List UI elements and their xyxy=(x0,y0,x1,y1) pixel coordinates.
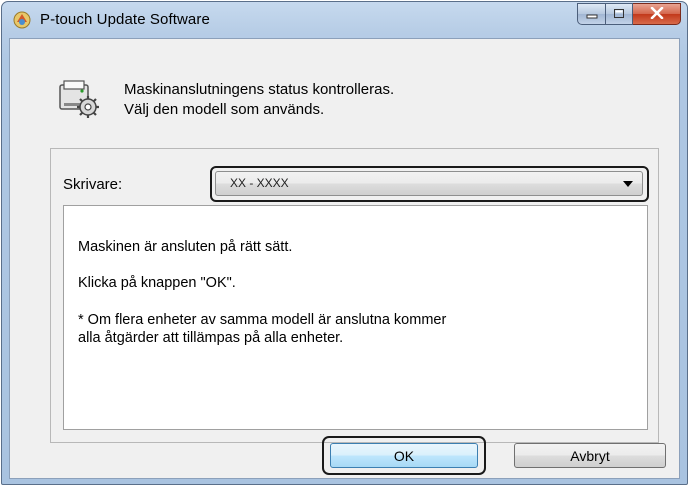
printer-select-value: XX - XXXX xyxy=(230,176,289,190)
ptouch-app-icon xyxy=(12,10,32,30)
chevron-down-icon xyxy=(623,181,633,187)
message-click-ok: Klicka på knappen "OK". xyxy=(78,275,236,291)
close-button[interactable] xyxy=(633,3,681,25)
close-icon xyxy=(650,6,664,22)
printer-group: Skrivare: XX - XXXX Maskinen är ansluten… xyxy=(50,148,659,443)
window-title: P-touch Update Software xyxy=(40,11,210,28)
caption-buttons xyxy=(577,3,681,25)
maximize-icon xyxy=(613,6,625,22)
printer-label: Skrivare: xyxy=(63,176,123,193)
message-note-line2: alla åtgärder att tillämpas på alla enhe… xyxy=(78,330,344,346)
printer-settings-icon xyxy=(56,75,106,125)
cancel-button[interactable]: Avbryt xyxy=(514,443,666,468)
title-bar[interactable]: P-touch Update Software xyxy=(2,2,687,40)
maximize-button[interactable] xyxy=(606,3,633,25)
status-heading: Maskinanslutningens status kontrolleras. xyxy=(124,81,395,98)
status-subheading: Välj den modell som används. xyxy=(124,101,325,118)
ok-button[interactable]: OK xyxy=(330,443,478,468)
printer-select[interactable]: XX - XXXX xyxy=(215,171,643,196)
status-message-box: Maskinen är ansluten på rätt sätt. Klick… xyxy=(63,205,648,430)
minimize-button[interactable] xyxy=(577,3,606,25)
message-connected: Maskinen är ansluten på rätt sätt. xyxy=(78,239,293,255)
dialog-client-area: Maskinanslutningens status kontrolleras.… xyxy=(9,38,680,479)
app-window: P-touch Update Software Maskinanslutning… xyxy=(1,1,688,485)
minimize-icon xyxy=(586,6,598,22)
message-note-line1: * Om flera enheter av samma modell är an… xyxy=(78,312,447,328)
